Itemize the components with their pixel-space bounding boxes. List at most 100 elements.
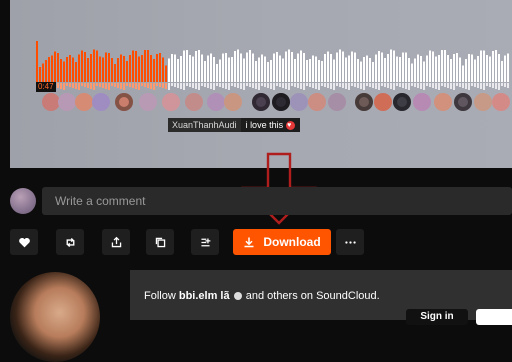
waveform-bar[interactable] — [192, 56, 194, 82]
waveform-bar[interactable] — [465, 58, 467, 82]
waveform-bar[interactable] — [210, 53, 212, 82]
waveform-bar[interactable] — [450, 58, 452, 82]
waveform-bar[interactable] — [252, 53, 254, 82]
avatar[interactable] — [75, 93, 93, 111]
waveform-bar[interactable] — [168, 58, 170, 82]
waveform-bar[interactable] — [108, 52, 110, 82]
waveform-bar[interactable] — [468, 54, 470, 82]
waveform-bar[interactable] — [201, 54, 203, 82]
waveform-bar[interactable] — [228, 57, 230, 82]
waveform-bar[interactable] — [330, 53, 332, 82]
waveform-bar[interactable] — [408, 58, 410, 82]
waveform-bar[interactable] — [42, 63, 44, 82]
waveform-bar[interactable] — [231, 57, 233, 82]
waveform-bar[interactable] — [441, 50, 443, 82]
avatar[interactable] — [393, 93, 411, 111]
waveform-bar[interactable] — [321, 61, 323, 82]
waveform-bar[interactable] — [369, 57, 371, 82]
waveform-bar[interactable] — [219, 59, 221, 82]
waveform-bar[interactable] — [480, 50, 482, 82]
waveform-bar[interactable] — [111, 58, 113, 82]
waveform-bar[interactable] — [429, 50, 431, 82]
waveform-bar[interactable] — [165, 65, 167, 82]
waveform-bar[interactable] — [48, 56, 50, 82]
waveform-bar[interactable] — [417, 54, 419, 82]
waveform-bar[interactable] — [387, 53, 389, 82]
waveform-bar[interactable] — [96, 50, 98, 82]
waveform-bar[interactable] — [213, 57, 215, 82]
waveform-bar[interactable] — [51, 55, 53, 82]
waveform-bar[interactable] — [276, 52, 278, 82]
waveform-bar[interactable] — [180, 56, 182, 82]
waveform-bar[interactable] — [297, 53, 299, 82]
waveform-bar[interactable] — [75, 61, 77, 82]
waveform-bar[interactable] — [174, 54, 176, 82]
avatar[interactable] — [308, 93, 326, 111]
waveform-bar[interactable] — [234, 51, 236, 82]
waveform-bar[interactable] — [240, 53, 242, 82]
waveform-bar[interactable] — [138, 56, 140, 82]
avatar[interactable] — [434, 93, 452, 111]
waveform-bar[interactable] — [63, 61, 65, 82]
waveform-bar[interactable] — [87, 58, 89, 82]
waveform-bar[interactable] — [126, 61, 128, 82]
waveform-bar[interactable] — [306, 59, 308, 82]
avatar[interactable] — [207, 93, 225, 111]
waveform-bar[interactable] — [348, 55, 350, 82]
waveform-bar[interactable] — [411, 63, 413, 82]
waveform-bar[interactable] — [144, 50, 146, 82]
waveform-bar[interactable] — [447, 55, 449, 82]
waveform-bar[interactable] — [402, 52, 404, 82]
waveform-bar[interactable] — [264, 56, 266, 82]
copy-link-button[interactable] — [146, 229, 174, 255]
waveform-bar[interactable] — [69, 55, 71, 82]
waveform-bar[interactable] — [162, 57, 164, 82]
avatar[interactable] — [185, 93, 203, 111]
waveform-bar[interactable] — [60, 58, 62, 82]
waveform-bar[interactable] — [456, 52, 458, 82]
waveform-bar[interactable] — [372, 62, 374, 82]
waveform-bar[interactable] — [261, 54, 263, 82]
waveform-bar[interactable] — [153, 59, 155, 82]
waveform-bar[interactable] — [282, 58, 284, 82]
waveform-bar[interactable] — [435, 56, 437, 82]
download-button[interactable]: Download — [233, 229, 331, 255]
waveform-bar[interactable] — [273, 53, 275, 82]
waveform-bar[interactable] — [327, 51, 329, 82]
waveform-bar[interactable] — [285, 51, 287, 82]
waveform-bar[interactable] — [147, 50, 149, 82]
waveform-bar[interactable] — [483, 50, 485, 82]
repost-button[interactable] — [56, 229, 84, 255]
waveform-bar[interactable] — [351, 51, 353, 82]
waveform-bar[interactable] — [336, 52, 338, 82]
avatar[interactable] — [58, 93, 76, 111]
waveform-bar[interactable] — [216, 63, 218, 82]
waveform-bar[interactable] — [390, 49, 392, 82]
waveform-bar[interactable] — [393, 50, 395, 82]
avatar[interactable] — [355, 93, 373, 111]
waveform-bar[interactable] — [78, 54, 80, 82]
artist-avatar[interactable] — [10, 272, 100, 362]
waveform-bar[interactable] — [270, 60, 272, 82]
waveform-bar[interactable] — [498, 54, 500, 82]
waveform-bar[interactable] — [279, 55, 281, 82]
waveform-bar[interactable] — [345, 57, 347, 82]
follow-username[interactable]: bbi.elm lã — [179, 290, 230, 302]
waveform-bar[interactable] — [72, 57, 74, 82]
waveform-bar[interactable] — [363, 56, 365, 82]
comment-username[interactable]: XuanThanhAudi — [168, 118, 241, 132]
waveform-bar[interactable] — [39, 66, 41, 82]
avatar[interactable] — [454, 93, 472, 111]
waveform-bar[interactable] — [57, 52, 59, 82]
sign-in-button[interactable]: Sign in — [406, 309, 468, 325]
waveform-bar[interactable] — [189, 54, 191, 82]
waveform-bar[interactable] — [123, 55, 125, 82]
waveform-bar[interactable] — [81, 50, 83, 82]
waveform-bar[interactable] — [99, 56, 101, 82]
waveform-bar[interactable] — [438, 55, 440, 82]
like-button[interactable] — [10, 229, 38, 255]
waveform[interactable] — [36, 40, 512, 92]
waveform-bar[interactable] — [195, 51, 197, 82]
waveform-bar[interactable] — [150, 55, 152, 82]
waveform-bar[interactable] — [54, 51, 56, 82]
